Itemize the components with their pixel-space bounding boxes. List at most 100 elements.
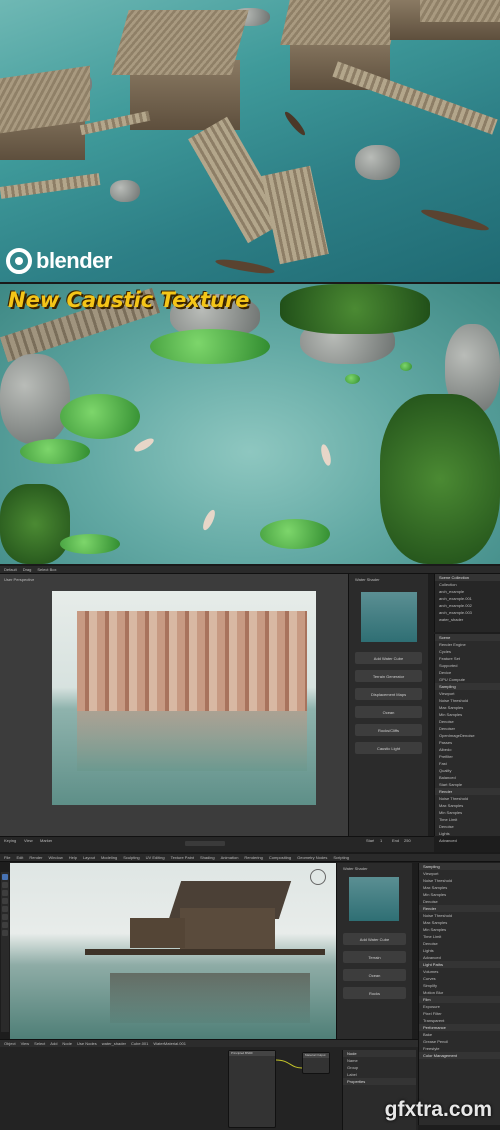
property-row[interactable]: Scene [435,634,500,641]
select-box-dropdown[interactable]: Select Box [37,567,56,572]
property-row[interactable]: Film [419,996,500,1003]
property-row[interactable]: Fast [435,760,500,767]
menu-item[interactable]: Edit [16,854,23,861]
workspace-dropdown[interactable]: Default [4,567,17,572]
property-row[interactable]: Viewport [419,870,500,877]
property-row[interactable]: Prefilter [435,753,500,760]
property-row[interactable]: Max Samples [435,802,500,809]
menu-item[interactable]: Layout [83,854,95,861]
transform-tool-icon[interactable] [2,914,8,920]
marker-menu[interactable]: Marker [36,837,52,844]
property-row[interactable]: Sampling [435,683,500,690]
property-row[interactable]: Denoiser [435,725,500,732]
property-row[interactable]: Max Samples [419,884,500,891]
keying-menu[interactable]: Keying [0,837,16,844]
rocks-cliffs-button[interactable]: Rocks/Cliffs [355,724,422,736]
principled-bsdf-node[interactable]: Principled BSDF [228,1050,276,1128]
node-properties-section[interactable]: Properties [343,1078,416,1085]
property-row[interactable]: Performance [419,1024,500,1031]
property-row[interactable]: Pixel Filter [419,1010,500,1017]
outliner-item[interactable]: arch_example.002 [435,602,500,609]
water-thumbnail[interactable] [349,877,399,921]
property-row[interactable]: Advanced [419,954,500,961]
property-row[interactable]: Balanced [435,774,500,781]
property-row[interactable]: Denoise [435,823,500,830]
3d-viewport[interactable]: User Perspective [0,574,348,836]
cursor-tool-icon[interactable] [2,882,8,888]
property-row[interactable]: Volumes [419,968,500,975]
menu-item[interactable]: Window [48,854,62,861]
property-row[interactable]: Noise Threshold [419,912,500,919]
property-row[interactable]: Render [419,905,500,912]
property-row[interactable]: Albedo [435,746,500,753]
menu-item[interactable]: Texture Paint [171,854,194,861]
select-tool-icon[interactable] [2,874,8,880]
property-row[interactable]: Advanced [435,837,500,844]
playback-controls[interactable] [185,841,225,846]
property-row[interactable]: Transparent [419,1017,500,1024]
property-row[interactable]: Bake [419,1031,500,1038]
property-row[interactable]: Min Samples [419,926,500,933]
property-row[interactable]: Passes [435,739,500,746]
water-thumbnail[interactable] [361,592,417,642]
menu-item[interactable]: Compositing [269,854,291,861]
menu-item[interactable]: Modeling [101,854,117,861]
menu-item[interactable]: Geometry Nodes [297,854,327,861]
outliner-item[interactable]: arch_example [435,588,500,595]
rocks-button[interactable]: Rocks [343,987,406,999]
node-editor-menu-item[interactable]: Add [50,1040,57,1047]
start-frame[interactable]: 1 [376,837,382,844]
property-row[interactable]: Render Engine [435,641,500,648]
menu-item[interactable]: Shading [200,854,215,861]
property-row[interactable]: Min Samples [419,891,500,898]
add-water-cube-button[interactable]: Add Water Cube [355,652,422,664]
node-editor-menu-item[interactable]: View [21,1040,30,1047]
add-water-cube-button[interactable]: Add Water Cube [343,933,406,945]
terrain-generator-button[interactable]: Terrain Generator [355,670,422,682]
property-row[interactable]: Max Samples [419,919,500,926]
property-row[interactable]: Color Management [419,1052,500,1059]
property-row[interactable]: Min Samples [435,711,500,718]
menu-item[interactable]: File [4,854,10,861]
property-row[interactable]: Light Paths [419,961,500,968]
property-row[interactable]: Quality [435,767,500,774]
property-row[interactable]: Supported [435,662,500,669]
property-row[interactable]: GPU Compute [435,676,500,683]
ocean-button[interactable]: Ocean [355,706,422,718]
navigation-gizmo-icon[interactable] [310,869,326,885]
node-editor-menu-item[interactable]: Use Nodes [77,1040,97,1047]
property-row[interactable]: Noise Threshold [435,795,500,802]
menu-item[interactable]: Help [69,854,77,861]
property-row[interactable]: Exposure [419,1003,500,1010]
node-editor-menu-item[interactable]: Object [4,1040,16,1047]
menu-item[interactable]: Animation [221,854,239,861]
property-row[interactable]: Noise Threshold [435,697,500,704]
property-row[interactable]: Lights [435,830,500,837]
node-label-field[interactable]: Label [343,1071,416,1078]
property-row[interactable]: Cycles [435,648,500,655]
node-name-field[interactable]: Group [343,1064,416,1071]
property-row[interactable]: OpenImageDenoise [435,732,500,739]
node-editor-menu-item[interactable]: water_shader [102,1040,126,1047]
node-editor-menu-item[interactable]: Node [62,1040,72,1047]
property-row[interactable]: Lights [419,947,500,954]
property-row[interactable]: Simplify [419,982,500,989]
property-row[interactable]: Time Limit [419,933,500,940]
view-menu[interactable]: View [20,837,33,844]
scale-tool-icon[interactable] [2,906,8,912]
property-row[interactable]: Motion Blur [419,989,500,996]
property-row[interactable]: Freestyle [419,1045,500,1052]
shader-node-editor[interactable]: Object View Select Add Node Use Nodes water_sh… [0,1039,418,1130]
drag-dropdown[interactable]: Drag [23,567,32,572]
menu-item[interactable]: UV Editing [146,854,165,861]
property-row[interactable]: Denoise [419,940,500,947]
property-row[interactable]: Viewport [435,690,500,697]
property-row[interactable]: Noise Threshold [419,877,500,884]
property-row[interactable]: Denoise [419,898,500,905]
caustic-light-button[interactable]: Caustic Light [355,742,422,754]
menu-item[interactable]: Rendering [244,854,262,861]
outliner-item[interactable]: arch_example.003 [435,609,500,616]
end-frame[interactable]: 250 [400,837,411,844]
terrain-button[interactable]: Terrain [343,951,406,963]
menu-item[interactable]: Render [29,854,42,861]
